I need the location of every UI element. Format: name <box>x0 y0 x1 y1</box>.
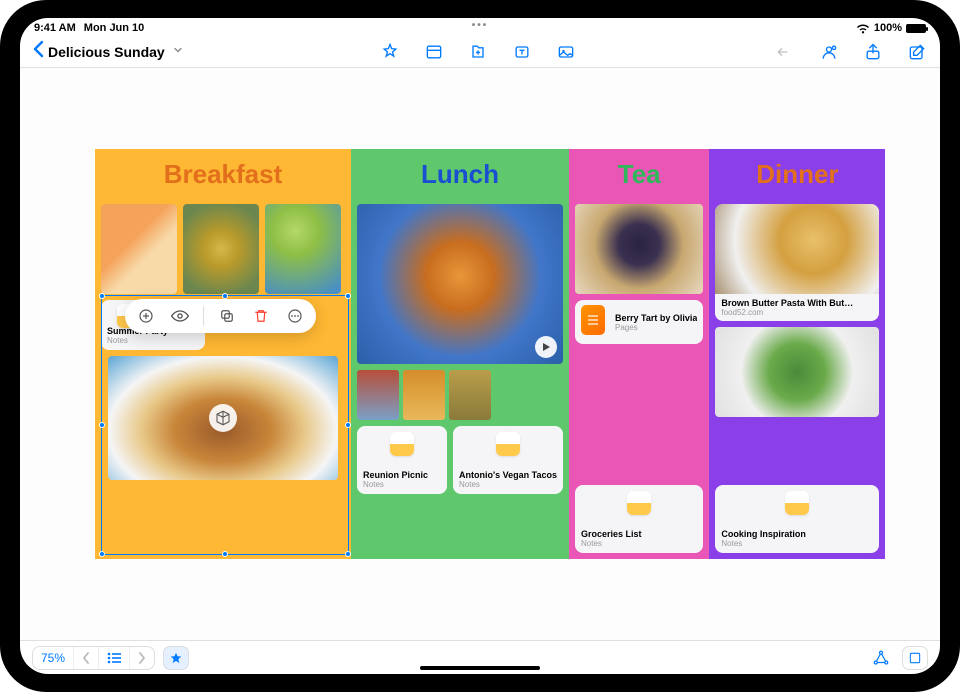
graph-view-button[interactable] <box>868 646 894 670</box>
note-title: Reunion Picnic <box>363 470 441 480</box>
file-insert-button[interactable] <box>467 41 489 63</box>
ar-badge-icon[interactable] <box>209 404 237 432</box>
note-card-cooking-inspiration[interactable]: Cooking Inspiration Notes <box>715 485 879 553</box>
image-grapes[interactable] <box>265 204 341 294</box>
home-indicator[interactable] <box>420 666 540 670</box>
notes-app-icon <box>496 432 520 456</box>
minimap-button[interactable] <box>902 646 928 670</box>
wifi-icon <box>856 23 870 34</box>
markup-tool-button[interactable] <box>379 41 401 63</box>
text-box-button[interactable] <box>511 41 533 63</box>
column-heading-breakfast: Breakfast <box>101 155 345 198</box>
undo-button[interactable] <box>774 41 796 63</box>
sticky-note-button[interactable] <box>423 41 445 63</box>
compose-button[interactable] <box>906 41 928 63</box>
notes-app-icon <box>627 491 651 515</box>
status-time: 9:41 AM <box>34 22 76 34</box>
tablet-frame: 9:41 AM Mon Jun 10 ••• 100% Delicious Su… <box>0 0 960 692</box>
column-lunch: Lunch Reunion Picnic <box>351 149 569 559</box>
image-pancakes[interactable] <box>108 356 338 480</box>
image-melon[interactable] <box>101 204 177 294</box>
column-heading-tea: Tea <box>575 155 703 198</box>
delete-button[interactable] <box>250 305 272 327</box>
battery-percent: 100% <box>874 22 902 34</box>
document-title[interactable]: Delicious Sunday <box>48 44 165 60</box>
favorite-button[interactable] <box>163 646 189 670</box>
image-salad[interactable] <box>715 327 879 417</box>
boards-list-button[interactable] <box>98 647 129 669</box>
back-button[interactable] <box>32 40 44 63</box>
file-title: Berry Tart by Olivia <box>615 313 697 323</box>
link-title: Brown Butter Pasta With But… <box>721 298 873 308</box>
note-subtitle: Notes <box>107 336 199 345</box>
note-card-vegan-tacos[interactable]: Antonio's Vegan Tacos Notes <box>453 426 563 494</box>
next-board-button[interactable] <box>129 647 154 669</box>
link-subtitle: food52.com <box>721 308 873 317</box>
note-card-reunion-picnic[interactable]: Reunion Picnic Notes <box>357 426 447 494</box>
note-subtitle: Notes <box>581 539 697 548</box>
note-title: Groceries List <box>581 529 697 539</box>
column-tea: Tea Berry Tart by Olivia Pages Groceries… <box>569 149 709 559</box>
file-card-berry-tart[interactable]: Berry Tart by Olivia Pages <box>575 300 703 344</box>
canvas[interactable]: Breakfast Summer Party Notes <box>20 68 940 640</box>
duplicate-button[interactable] <box>216 305 238 327</box>
column-heading-lunch: Lunch <box>357 155 563 198</box>
prev-board-button[interactable] <box>73 647 98 669</box>
zoom-nav-control: 75% <box>32 646 155 670</box>
notes-app-icon <box>390 432 414 456</box>
note-subtitle: Notes <box>459 480 557 489</box>
quicklook-button[interactable] <box>169 305 191 327</box>
video-lunch-plate[interactable] <box>357 204 563 364</box>
more-button[interactable] <box>284 305 306 327</box>
media-insert-button[interactable] <box>555 41 577 63</box>
image-pasta <box>715 204 879 294</box>
collaborate-button[interactable] <box>818 41 840 63</box>
note-subtitle: Notes <box>363 480 441 489</box>
column-dinner: Dinner Brown Butter Pasta With But… food… <box>709 149 885 559</box>
image-lunch-mini-2[interactable] <box>403 370 445 420</box>
insert-above-button[interactable] <box>135 305 157 327</box>
pages-app-icon <box>581 305 605 335</box>
column-heading-dinner: Dinner <box>715 155 879 198</box>
note-title: Cooking Inspiration <box>721 529 873 539</box>
image-berry-tart[interactable] <box>575 204 703 294</box>
image-lunch-mini-1[interactable] <box>357 370 399 420</box>
screen: 9:41 AM Mon Jun 10 ••• 100% Delicious Su… <box>20 18 940 674</box>
file-subtitle: Pages <box>615 323 697 332</box>
app-toolbar: Delicious Sunday <box>20 36 940 68</box>
title-dropdown-icon[interactable] <box>173 45 183 58</box>
image-chickpeas[interactable] <box>183 204 259 294</box>
battery-icon <box>906 24 926 33</box>
status-date: Mon Jun 10 <box>84 22 145 34</box>
board: Breakfast Summer Party Notes <box>95 149 865 559</box>
image-lunch-mini-3[interactable] <box>449 370 491 420</box>
column-breakfast: Breakfast Summer Party Notes <box>95 149 351 559</box>
note-subtitle: Notes <box>721 539 873 548</box>
notes-app-icon <box>785 491 809 515</box>
note-title: Antonio's Vegan Tacos <box>459 470 557 480</box>
multitask-dots[interactable]: ••• <box>465 20 495 31</box>
zoom-level-button[interactable]: 75% <box>33 647 73 669</box>
link-card-pasta[interactable]: Brown Butter Pasta With But… food52.com <box>715 204 879 321</box>
play-icon[interactable] <box>535 336 557 358</box>
status-bar: 9:41 AM Mon Jun 10 ••• 100% <box>20 18 940 36</box>
share-button[interactable] <box>862 41 884 63</box>
selection-context-toolbar <box>125 299 316 333</box>
divider <box>203 306 204 326</box>
note-card-groceries[interactable]: Groceries List Notes <box>575 485 703 553</box>
